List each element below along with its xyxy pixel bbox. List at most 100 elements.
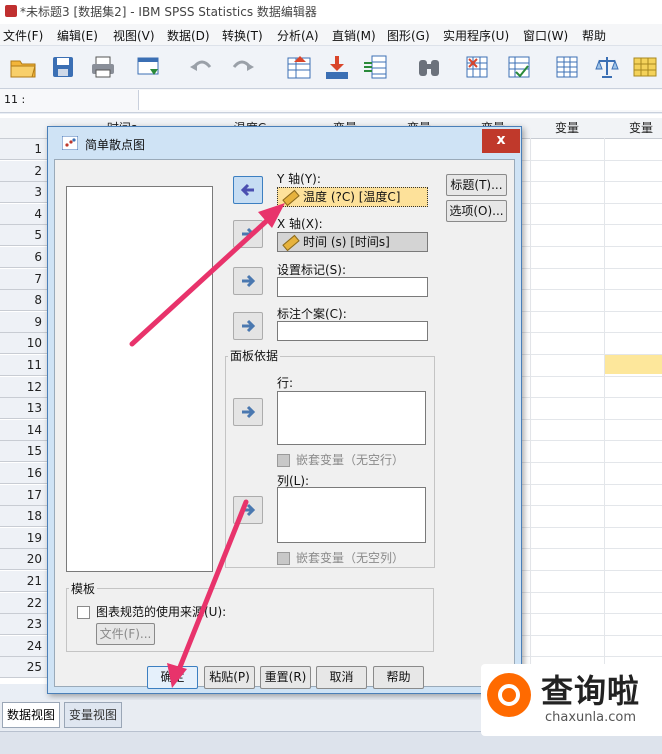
cell-reference: 11 :: [4, 93, 26, 106]
goto-variable-icon[interactable]: [322, 52, 352, 82]
dialog-titlebar: 简单散点图 x: [48, 127, 521, 159]
menu-help[interactable]: 帮助: [582, 27, 606, 44]
row-header[interactable]: 8: [0, 290, 52, 312]
panel-rows-list[interactable]: [277, 391, 426, 445]
nest-cols-option[interactable]: 嵌套变量（无空列）: [277, 549, 404, 566]
row-header[interactable]: 24: [0, 635, 52, 657]
panel-by-label: 面板依据: [228, 347, 281, 364]
menu-window[interactable]: 窗口(W): [523, 27, 568, 44]
find-icon[interactable]: [414, 52, 444, 82]
row-header[interactable]: 4: [0, 203, 52, 225]
split-file-icon[interactable]: [504, 52, 534, 82]
tab-variable-view[interactable]: 变量视图: [64, 702, 123, 728]
move-to-markers-button[interactable]: [233, 267, 263, 295]
menu-view[interactable]: 视图(V): [113, 27, 155, 44]
cancel-button[interactable]: 取消: [316, 666, 367, 689]
nest-rows-checkbox[interactable]: [277, 454, 290, 467]
row-header[interactable]: 9: [0, 311, 52, 333]
set-markers-label: 设置标记(S):: [277, 263, 347, 277]
template-file-button[interactable]: 文件(F)...: [96, 623, 155, 645]
close-button[interactable]: x: [482, 129, 520, 153]
ok-button[interactable]: 确定: [147, 666, 198, 689]
column-header[interactable]: 变量: [604, 118, 662, 139]
use-chart-spec-option[interactable]: 图表规范的使用来源(U):: [77, 603, 226, 620]
row-header[interactable]: 7: [0, 268, 52, 290]
menu-direct-marketing[interactable]: 直销(M): [332, 27, 376, 44]
tab-data-view[interactable]: 数据视图: [2, 702, 61, 728]
row-header[interactable]: 23: [0, 614, 52, 636]
move-to-y-axis-button[interactable]: [233, 176, 263, 204]
use-chart-spec-checkbox[interactable]: [77, 606, 90, 619]
weight-cases-icon[interactable]: [552, 52, 582, 82]
row-header[interactable]: 16: [0, 463, 52, 484]
cell-value-input[interactable]: [138, 90, 662, 110]
row-header[interactable]: 17: [0, 484, 52, 506]
select-cases-icon[interactable]: [592, 52, 622, 82]
watermark-logo-icon: [487, 673, 531, 717]
dialog-recall-icon[interactable]: [134, 52, 164, 82]
row-header[interactable]: 21: [0, 571, 52, 592]
scale-variable-icon: [282, 189, 300, 206]
reset-button[interactable]: 重置(R): [260, 666, 311, 689]
scale-variable-icon: [282, 234, 300, 251]
row-header[interactable]: 22: [0, 592, 52, 614]
panel-cols-list[interactable]: [277, 487, 426, 543]
print-icon[interactable]: [88, 52, 118, 82]
y-axis-field[interactable]: 温度 (?C) [温度C]: [277, 187, 428, 207]
titles-button[interactable]: 标题(T)...: [446, 174, 507, 196]
row-header[interactable]: 13: [0, 398, 52, 420]
options-button[interactable]: 选项(O)...: [446, 200, 507, 222]
row-header[interactable]: 19: [0, 527, 52, 549]
row-header[interactable]: 14: [0, 419, 52, 441]
menu-transform[interactable]: 转换(T): [222, 27, 263, 44]
paste-button[interactable]: 粘贴(P): [204, 666, 255, 689]
row-header[interactable]: 11: [0, 355, 52, 376]
variables-icon[interactable]: [360, 52, 390, 82]
menu-file[interactable]: 文件(F): [3, 27, 43, 44]
toolbar: [0, 46, 662, 89]
menu-analyze[interactable]: 分析(A): [277, 27, 319, 44]
row-header[interactable]: 5: [0, 225, 52, 247]
column-header[interactable]: 变量: [530, 118, 605, 139]
watermark: 查询啦 chaxunla.com: [481, 664, 662, 736]
x-axis-value: 时间 (s) [时间s]: [303, 235, 390, 249]
menu-utilities[interactable]: 实用程序(U): [443, 27, 509, 44]
help-button[interactable]: 帮助: [373, 666, 424, 689]
move-to-x-axis-button[interactable]: [233, 220, 263, 248]
row-header[interactable]: 20: [0, 549, 52, 571]
value-labels-icon[interactable]: [630, 52, 660, 82]
row-header[interactable]: 15: [0, 441, 52, 463]
nest-cols-checkbox[interactable]: [277, 552, 290, 565]
selected-cell[interactable]: [605, 354, 662, 374]
grid-line: [604, 138, 605, 684]
panel-rows-label: 行:: [277, 376, 294, 390]
row-header[interactable]: 1: [0, 139, 52, 160]
insert-cases-icon[interactable]: [462, 52, 492, 82]
menu-edit[interactable]: 编辑(E): [57, 27, 98, 44]
scatter-chart-icon: [61, 135, 79, 153]
row-header[interactable]: 25: [0, 657, 52, 679]
set-markers-field[interactable]: [277, 277, 428, 297]
dialog-body: Y 轴(Y): 温度 (?C) [温度C] X 轴(X): 时间 (s) [时间…: [54, 159, 515, 689]
save-icon[interactable]: [48, 52, 78, 82]
label-cases-field[interactable]: [277, 321, 428, 341]
row-header[interactable]: 18: [0, 506, 52, 528]
move-to-label-cases-button[interactable]: [233, 312, 263, 340]
menu-data[interactable]: 数据(D): [167, 27, 210, 44]
label-cases-label: 标注个案(C):: [277, 307, 347, 321]
row-header[interactable]: 12: [0, 376, 52, 398]
redo-icon[interactable]: [228, 52, 258, 82]
source-variable-list[interactable]: [66, 186, 213, 572]
row-header[interactable]: 6: [0, 247, 52, 268]
watermark-title: 查询啦: [541, 672, 641, 710]
row-header[interactable]: 10: [0, 333, 52, 355]
open-folder-icon[interactable]: [8, 52, 38, 82]
spss-app-icon: [5, 5, 17, 17]
menu-graphs[interactable]: 图形(G): [387, 27, 430, 44]
row-header[interactable]: 2: [0, 160, 52, 182]
x-axis-field[interactable]: 时间 (s) [时间s]: [277, 232, 428, 252]
goto-case-icon[interactable]: [284, 52, 314, 82]
nest-rows-option[interactable]: 嵌套变量（无空行）: [277, 451, 404, 468]
undo-icon[interactable]: [186, 52, 216, 82]
row-header[interactable]: 3: [0, 182, 52, 204]
